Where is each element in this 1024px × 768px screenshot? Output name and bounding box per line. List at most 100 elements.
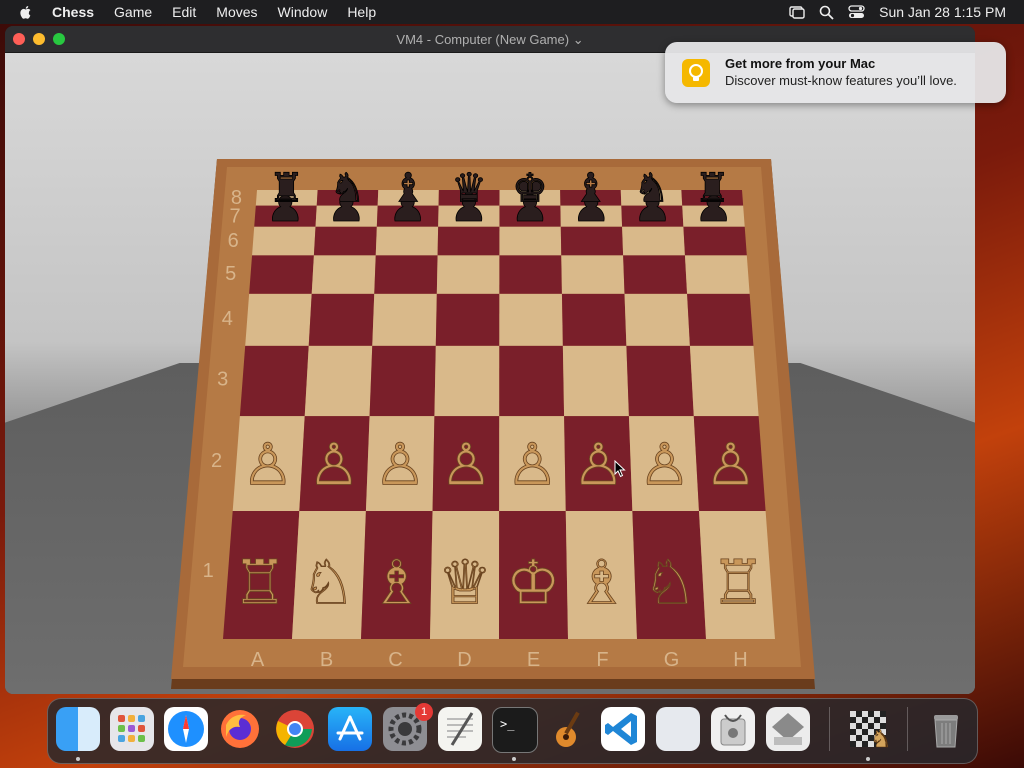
board-square-e3[interactable] — [499, 345, 565, 417]
white-piece-h2[interactable]: ♙ — [704, 430, 757, 499]
white-piece-e2[interactable]: ♙ — [506, 430, 559, 499]
chess-window: VM4 - Computer (New Game) ⌄ 87654321 ABC… — [5, 26, 975, 694]
white-piece-f1[interactable]: ♗ — [574, 547, 629, 619]
notification-body: Discover must-know features you’ll love. — [725, 73, 957, 88]
checker-square — [868, 711, 874, 717]
board-square-a4[interactable] — [245, 293, 312, 346]
black-piece-a8[interactable]: ♜ — [268, 165, 305, 212]
board-square-c3[interactable] — [369, 345, 436, 417]
board-square-b3[interactable] — [304, 345, 373, 417]
file-label: H — [733, 649, 747, 671]
menu-edit[interactable]: Edit — [172, 4, 196, 20]
chess-board[interactable]: 87654321 ABCDEFGH ♖ ♘ ♗ ♕ ♔ ♗ ♘ ♖♙ ♙ ♙ ♙ ♙ ♙ ♙ ♙♟ ♟ ♟ ♟ ♟ ♟… — [5, 53, 975, 694]
board-square-g4[interactable] — [624, 293, 690, 346]
board-square-b5[interactable] — [311, 255, 376, 294]
board-square-e4[interactable] — [499, 293, 563, 346]
black-piece-c8[interactable]: ♝ — [390, 165, 427, 212]
board-square-a5[interactable] — [249, 255, 314, 294]
white-piece-e1[interactable]: ♔ — [505, 547, 561, 619]
menu-help[interactable]: Help — [347, 4, 376, 20]
checker-square — [874, 711, 880, 717]
board-square-d3[interactable] — [434, 345, 500, 417]
black-piece-d8[interactable]: ♛ — [451, 165, 488, 212]
apple-menu-icon[interactable] — [18, 4, 34, 20]
svg-text:♞: ♞ — [870, 726, 890, 751]
white-piece-a2[interactable]: ♙ — [241, 430, 294, 499]
firefox-icon[interactable] — [218, 707, 262, 751]
boot-camp-assistant-icon[interactable] — [766, 707, 810, 751]
running-indicator — [866, 757, 870, 761]
garageband-icon[interactable] — [546, 707, 590, 751]
board-square-g5[interactable] — [623, 255, 688, 294]
checker-square — [856, 723, 862, 729]
board-square-h5[interactable] — [684, 255, 750, 294]
textedit-icon[interactable] — [438, 707, 482, 751]
white-piece-c1[interactable]: ♗ — [369, 547, 424, 619]
system-settings-icon[interactable]: 1 — [383, 703, 433, 751]
board-square-f5[interactable] — [561, 255, 625, 294]
notification-title: Get more from your Mac — [725, 56, 876, 71]
spotlight-search-icon[interactable] — [819, 5, 834, 20]
checker-square — [874, 717, 880, 723]
board-square-f3[interactable] — [562, 345, 629, 417]
file-label: C — [388, 649, 402, 671]
rank-label: 7 — [230, 205, 241, 227]
black-piece-e8[interactable]: ♚ — [512, 165, 549, 212]
board-square-e5[interactable] — [499, 255, 562, 294]
board-square-f4[interactable] — [561, 293, 627, 346]
menu-moves[interactable]: Moves — [216, 4, 257, 20]
white-piece-b2[interactable]: ♙ — [307, 430, 360, 499]
file-label: G — [664, 649, 680, 671]
notification-banner[interactable]: Get more from your Mac Discover must-kno… — [665, 42, 1006, 103]
chrome-icon[interactable] — [273, 707, 317, 751]
white-piece-d1[interactable]: ♕ — [437, 547, 493, 619]
screen-mirroring-icon[interactable] — [789, 5, 805, 19]
disk-utility-icon[interactable] — [711, 707, 755, 751]
board-square-c4[interactable] — [372, 293, 437, 346]
checker-square — [856, 729, 862, 735]
chevron-down-icon: ⌄ — [572, 32, 584, 47]
running-indicator — [76, 757, 80, 761]
white-piece-b1[interactable]: ♘ — [300, 547, 356, 619]
launchpad-icon[interactable] — [110, 707, 154, 751]
preview-icon[interactable] — [656, 707, 700, 751]
board-square-c5[interactable] — [374, 255, 438, 294]
black-piece-b8[interactable]: ♞ — [329, 165, 366, 212]
white-piece-a1[interactable]: ♖ — [232, 547, 288, 619]
notification-badge: 1 — [415, 703, 433, 721]
board-square-g3[interactable] — [626, 345, 694, 417]
checker-square — [850, 741, 856, 747]
board-square-d4[interactable] — [435, 293, 500, 346]
finder-icon[interactable] — [56, 707, 100, 751]
chess-app-icon[interactable]: ♞ — [846, 707, 892, 753]
board-square-d5[interactable] — [436, 255, 500, 294]
black-piece-g8[interactable]: ♞ — [633, 165, 670, 212]
white-piece-g2[interactable]: ♙ — [638, 430, 691, 499]
control-center-icon[interactable] — [848, 5, 865, 19]
running-indicator — [512, 757, 516, 761]
app-store-icon[interactable] — [328, 707, 372, 751]
board-square-b4[interactable] — [308, 293, 375, 346]
file-label: F — [596, 649, 608, 671]
board-square-h3[interactable] — [689, 345, 759, 417]
black-piece-h8[interactable]: ♜ — [694, 165, 731, 212]
vscode-icon[interactable] — [601, 707, 645, 751]
white-piece-c2[interactable]: ♙ — [374, 430, 427, 499]
menu-app-chess[interactable]: Chess — [52, 4, 94, 20]
black-piece-f8[interactable]: ♝ — [572, 165, 609, 212]
checker-square — [880, 717, 886, 723]
checker-square — [856, 741, 862, 747]
terminal-icon[interactable]: >_ — [492, 707, 538, 753]
file-label: A — [251, 649, 265, 671]
safari-icon[interactable] — [164, 707, 208, 751]
board-square-h4[interactable] — [687, 293, 754, 346]
menu-window[interactable]: Window — [278, 4, 328, 20]
menubar-clock[interactable]: Sun Jan 28 1:15 PM — [879, 4, 1006, 20]
trash-icon[interactable] — [924, 707, 968, 751]
checker-square — [850, 711, 856, 717]
menu-game[interactable]: Game — [114, 4, 152, 20]
white-piece-d2[interactable]: ♙ — [440, 430, 493, 499]
white-piece-g1[interactable]: ♘ — [642, 547, 698, 619]
board-square-a3[interactable] — [239, 345, 309, 417]
white-piece-h1[interactable]: ♖ — [710, 547, 766, 619]
